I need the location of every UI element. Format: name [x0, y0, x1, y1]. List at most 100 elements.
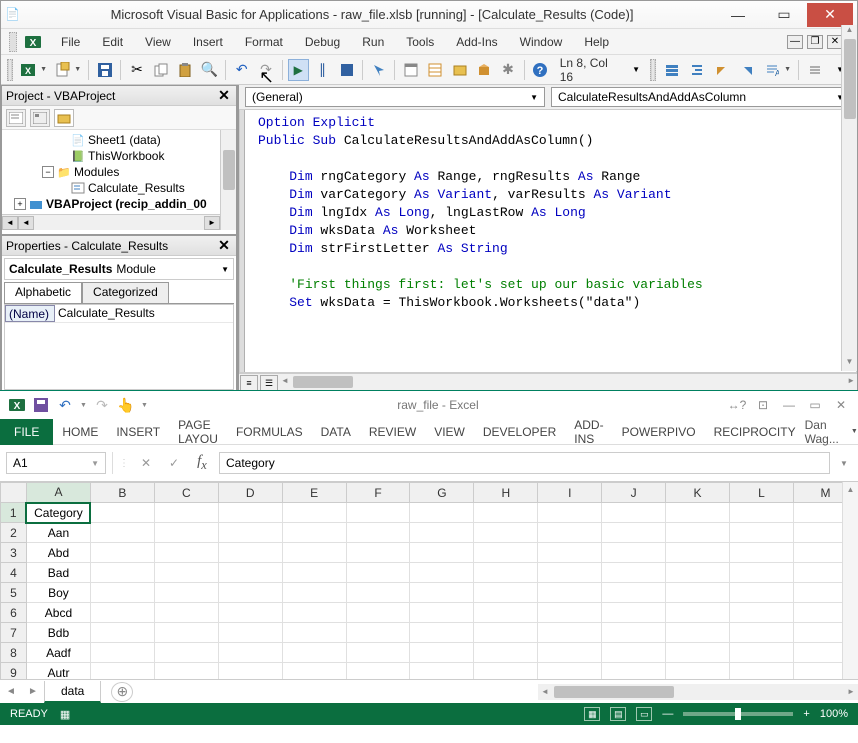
column-header-A[interactable]: A	[26, 483, 90, 503]
cell-H1[interactable]	[474, 503, 538, 523]
cell-D8[interactable]	[218, 643, 282, 663]
cell-I6[interactable]	[538, 603, 602, 623]
cell-I2[interactable]	[538, 523, 602, 543]
cell-H8[interactable]	[474, 643, 538, 663]
menu-debug[interactable]: Debug	[295, 32, 350, 52]
cell-F4[interactable]	[346, 563, 410, 583]
enter-formula-button[interactable]: ✓	[163, 452, 185, 474]
touch-mode-icon[interactable]: 👆	[117, 396, 135, 414]
column-header-I[interactable]: I	[538, 483, 602, 503]
properties-panel-close-button[interactable]: ✕	[216, 238, 232, 254]
cell-J4[interactable]	[602, 563, 666, 583]
insert-function-button[interactable]: fx	[191, 452, 213, 474]
sheet-scrollbar-v[interactable]: ▲	[842, 482, 858, 679]
tree-modules-folder[interactable]: −📁Modules	[6, 164, 232, 180]
cell-G7[interactable]	[410, 623, 474, 643]
cell-G5[interactable]	[410, 583, 474, 603]
undo-icon[interactable]: ↶	[231, 59, 252, 81]
tree-sheet1[interactable]: 📄Sheet1 (data)	[6, 132, 232, 148]
close-button[interactable]: ✕	[807, 3, 853, 27]
property-name-value[interactable]: Calculate_Results	[55, 305, 233, 322]
view-object-icon[interactable]	[30, 109, 50, 127]
cell-D9[interactable]	[218, 663, 282, 680]
excel-icon[interactable]: X	[23, 32, 43, 52]
cell-L7[interactable]	[730, 623, 794, 643]
collapse-icon[interactable]: −	[42, 166, 54, 178]
full-module-view-button[interactable]: ☰	[260, 375, 278, 391]
tab-data[interactable]: DATA	[312, 421, 360, 443]
cell-G4[interactable]	[410, 563, 474, 583]
tab-formulas[interactable]: FORMULAS	[227, 421, 312, 443]
undo-dropdown-icon[interactable]: ▼	[80, 402, 87, 409]
cell-B4[interactable]	[90, 563, 154, 583]
cell-C2[interactable]	[154, 523, 218, 543]
insert-module-icon[interactable]	[52, 59, 73, 81]
cell-A2[interactable]: Aan	[26, 523, 90, 543]
cell-F7[interactable]	[346, 623, 410, 643]
mdi-minimize-button[interactable]: —	[787, 35, 803, 49]
cell-E8[interactable]	[282, 643, 346, 663]
view-excel-icon[interactable]: X	[18, 59, 39, 81]
row-header-9[interactable]: 9	[1, 663, 27, 680]
tab-alphabetic[interactable]: Alphabetic	[4, 282, 82, 303]
comment-icon[interactable]: A	[761, 59, 783, 81]
cell-I4[interactable]	[538, 563, 602, 583]
cell-D2[interactable]	[218, 523, 282, 543]
cancel-formula-button[interactable]: ✕	[135, 452, 157, 474]
cell-A7[interactable]: Bdb	[26, 623, 90, 643]
cell-D6[interactable]	[218, 603, 282, 623]
cell-E3[interactable]	[282, 543, 346, 563]
property-row-name[interactable]: (Name) Calculate_Results	[5, 305, 233, 323]
cell-J1[interactable]	[602, 503, 666, 523]
cell-E7[interactable]	[282, 623, 346, 643]
column-header-J[interactable]: J	[602, 483, 666, 503]
cell-C8[interactable]	[154, 643, 218, 663]
toggle-folders-icon[interactable]	[54, 109, 74, 127]
project-tree[interactable]: 📄Sheet1 (data) 📗ThisWorkbook −📁Modules C…	[2, 130, 236, 230]
cell-G2[interactable]	[410, 523, 474, 543]
cell-K9[interactable]	[666, 663, 730, 680]
save-icon[interactable]	[94, 59, 115, 81]
zoom-out-button[interactable]: —	[662, 708, 673, 720]
paste-icon[interactable]	[175, 59, 196, 81]
cell-G8[interactable]	[410, 643, 474, 663]
cell-G6[interactable]	[410, 603, 474, 623]
cell-H5[interactable]	[474, 583, 538, 603]
menu-help[interactable]: Help	[574, 32, 619, 52]
procedure-view-button[interactable]: ≡	[240, 375, 258, 391]
close-button[interactable]: ✕	[832, 396, 850, 414]
cell-F9[interactable]	[346, 663, 410, 680]
cell-G1[interactable]	[410, 503, 474, 523]
cell-H6[interactable]	[474, 603, 538, 623]
cell-A5[interactable]: Boy	[26, 583, 90, 603]
cell-B8[interactable]	[90, 643, 154, 663]
cell-G3[interactable]	[410, 543, 474, 563]
cell-K8[interactable]	[666, 643, 730, 663]
tree-vbaproject[interactable]: +VBAProject (recip_addin_00	[6, 196, 232, 212]
cell-J5[interactable]	[602, 583, 666, 603]
design-mode-icon[interactable]	[368, 59, 389, 81]
menu-edit[interactable]: Edit	[92, 32, 133, 52]
zoom-in-button[interactable]: +	[803, 708, 809, 720]
code-editor[interactable]: Option Explicit Public Sub CalculateResu…	[239, 109, 857, 373]
copy-icon[interactable]	[151, 59, 172, 81]
view-code-icon[interactable]	[6, 109, 26, 127]
menu-window[interactable]: Window	[510, 32, 573, 52]
cell-C6[interactable]	[154, 603, 218, 623]
cell-J7[interactable]	[602, 623, 666, 643]
qat-dropdown-icon[interactable]: ▼	[141, 402, 148, 409]
cut-icon[interactable]: ✂	[126, 59, 147, 81]
cell-L3[interactable]	[730, 543, 794, 563]
user-dropdown-icon[interactable]: ▼	[851, 428, 858, 435]
save-icon[interactable]	[32, 396, 50, 414]
column-header-G[interactable]: G	[410, 483, 474, 503]
column-header-F[interactable]: F	[346, 483, 410, 503]
row-header-4[interactable]: 4	[1, 563, 27, 583]
cell-E6[interactable]	[282, 603, 346, 623]
cell-F6[interactable]	[346, 603, 410, 623]
indent-icon[interactable]	[686, 59, 708, 81]
macro-record-icon[interactable]: ▦	[60, 708, 70, 721]
redo-icon[interactable]: ↷	[93, 396, 111, 414]
cell-B6[interactable]	[90, 603, 154, 623]
tab-home[interactable]: HOME	[53, 421, 107, 443]
